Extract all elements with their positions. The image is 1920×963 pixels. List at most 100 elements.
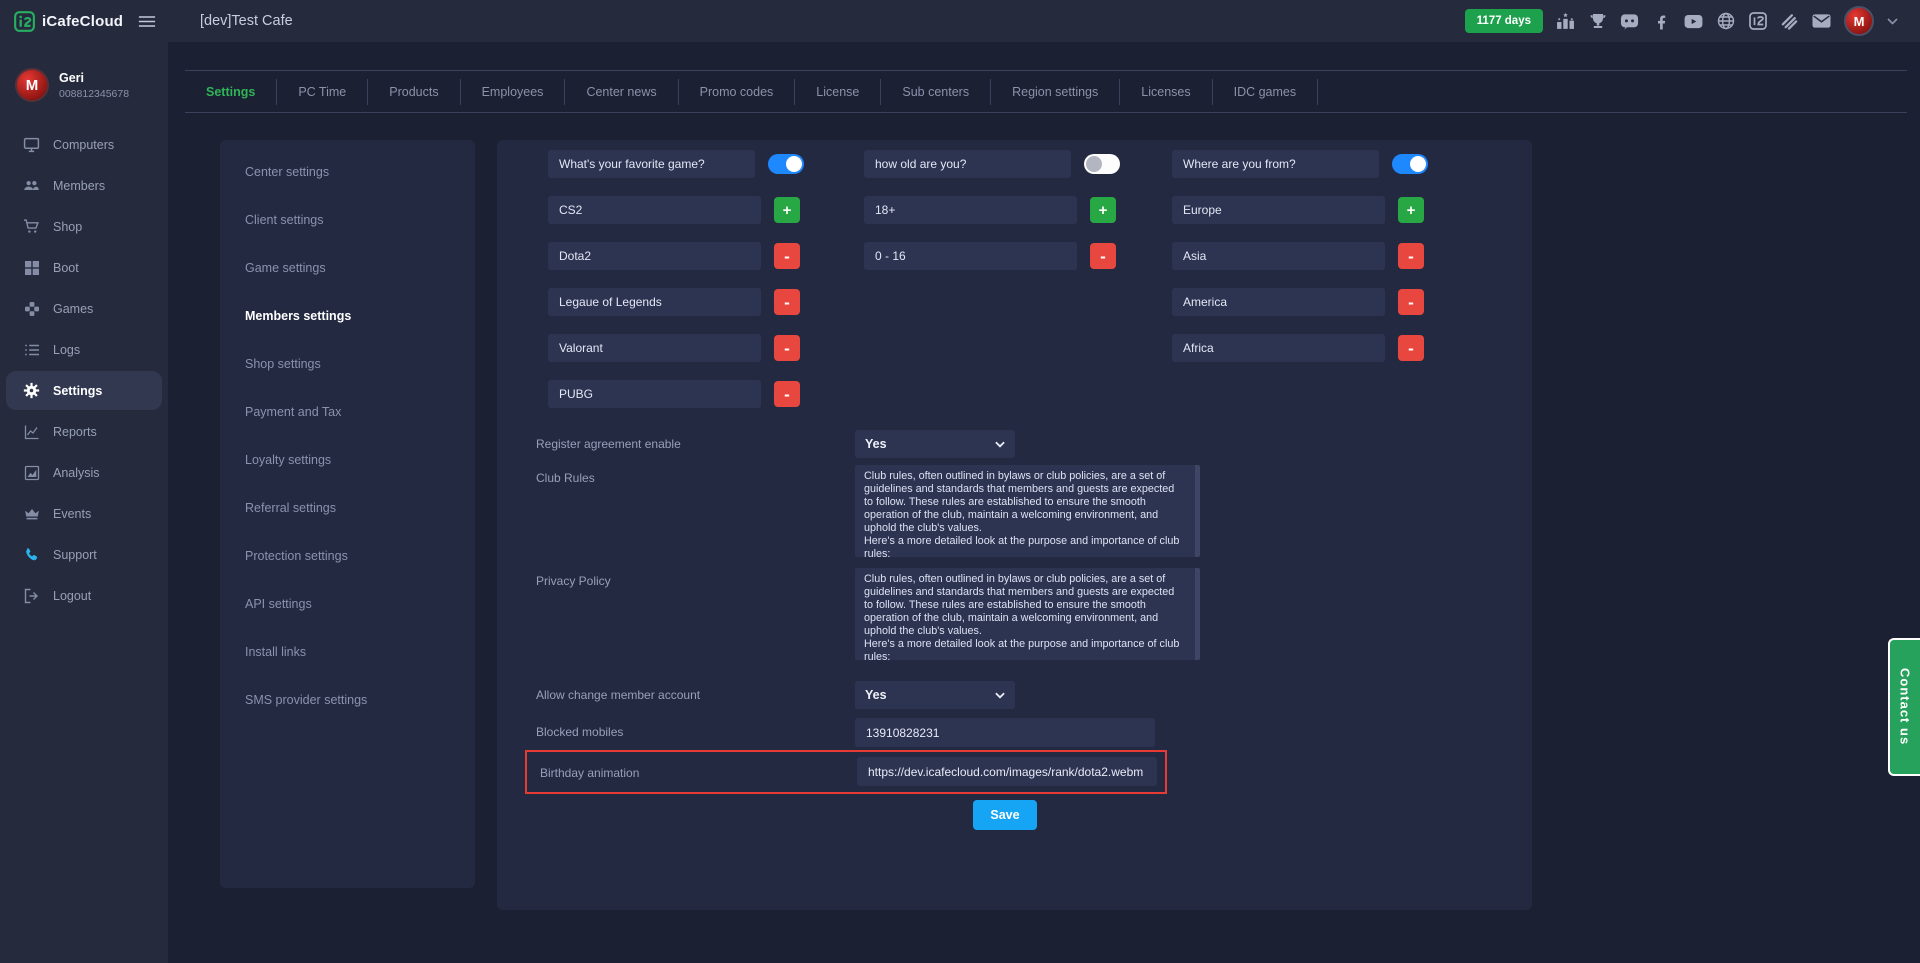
mail-icon[interactable]: [1812, 12, 1831, 31]
save-button[interactable]: Save: [973, 800, 1037, 830]
birthday-animation-input[interactable]: [857, 757, 1157, 786]
club-rules-textarea[interactable]: Club rules, often outlined in bylaws or …: [855, 465, 1200, 557]
option-input[interactable]: [548, 288, 761, 316]
sidebar-item-members[interactable]: Members: [0, 165, 168, 206]
option-input[interactable]: [1172, 334, 1385, 362]
question-group-favorite-game: + - - - -: [548, 150, 804, 426]
settings-nav-game-settings[interactable]: Game settings: [220, 244, 475, 292]
settings-nav-payment-and-tax[interactable]: Payment and Tax: [220, 388, 475, 436]
option-input[interactable]: [864, 242, 1077, 270]
globe-icon[interactable]: [1716, 12, 1735, 31]
sidebar-avatar: M: [15, 68, 49, 102]
settings-nav-members-settings[interactable]: Members settings: [220, 292, 475, 340]
settings-nav-sms-provider-settings[interactable]: SMS provider settings: [220, 676, 475, 724]
settings-nav-referral-settings[interactable]: Referral settings: [220, 484, 475, 532]
sidebar-item-reports[interactable]: Reports: [0, 411, 168, 452]
favorite-game-toggle[interactable]: [768, 154, 804, 174]
stripes-logo-icon[interactable]: [1780, 12, 1799, 31]
select-value: Yes: [865, 688, 887, 702]
settings-nav-shop-settings[interactable]: Shop settings: [220, 340, 475, 388]
tab-license[interactable]: License: [795, 85, 880, 99]
remove-option-button[interactable]: -: [774, 243, 800, 269]
allow-change-member-select[interactable]: Yes: [855, 681, 1015, 709]
remove-option-button[interactable]: -: [1398, 243, 1424, 269]
privacy-policy-textarea[interactable]: Club rules, often outlined in bylaws or …: [855, 568, 1200, 660]
cart-icon: [23, 218, 40, 235]
age-toggle[interactable]: [1084, 154, 1120, 174]
settings-nav-center-settings[interactable]: Center settings: [220, 148, 475, 196]
tab-sub-centers[interactable]: Sub centers: [881, 85, 990, 99]
sidebar-item-logs[interactable]: Logs: [0, 329, 168, 370]
remove-option-button[interactable]: -: [1398, 335, 1424, 361]
option-input[interactable]: [548, 242, 761, 270]
settings-nav-loyalty-settings[interactable]: Loyalty settings: [220, 436, 475, 484]
sidebar-item-settings[interactable]: Settings: [0, 370, 168, 411]
license-days-badge[interactable]: 1177 days: [1465, 9, 1543, 33]
question-favorite-game-input[interactable]: [548, 150, 755, 178]
hamburger-menu-icon[interactable]: [138, 15, 156, 28]
members-settings-card: + - - - - + - + - - - Register agreement…: [497, 140, 1532, 910]
facebook-icon[interactable]: [1652, 12, 1671, 31]
register-agreement-select[interactable]: Yes: [855, 430, 1015, 458]
remove-option-button[interactable]: -: [774, 381, 800, 407]
remove-option-button[interactable]: -: [1398, 289, 1424, 315]
birthday-animation-highlight: Birthday animation: [525, 750, 1167, 794]
tab-employees[interactable]: Employees: [461, 85, 565, 99]
add-option-button[interactable]: +: [774, 197, 800, 223]
windows-icon: [23, 259, 40, 276]
sidebar-item-logout[interactable]: Logout: [0, 575, 168, 616]
option-input[interactable]: [1172, 242, 1385, 270]
option-input[interactable]: [1172, 196, 1385, 224]
option-input[interactable]: [548, 380, 761, 408]
option-input[interactable]: [548, 334, 761, 362]
brand-logo[interactable]: iCafeCloud: [0, 0, 168, 42]
user-avatar[interactable]: M: [1844, 6, 1874, 36]
sidebar-item-games[interactable]: Games: [0, 288, 168, 329]
remove-option-button[interactable]: -: [774, 335, 800, 361]
tab-licenses[interactable]: Licenses: [1120, 85, 1211, 99]
tab-settings[interactable]: Settings: [185, 85, 276, 99]
tab-pc-time[interactable]: PC Time: [277, 85, 367, 99]
tab-products[interactable]: Products: [368, 85, 459, 99]
tab-region-settings[interactable]: Region settings: [991, 85, 1119, 99]
allow-change-member-label: Allow change member account: [536, 688, 700, 702]
sidebar-item-boot[interactable]: Boot: [0, 247, 168, 288]
sidebar-item-analysis[interactable]: Analysis: [0, 452, 168, 493]
user-id: 008812345678: [59, 88, 129, 100]
tab-center-news[interactable]: Center news: [565, 85, 677, 99]
add-option-button[interactable]: +: [1090, 197, 1116, 223]
settings-nav-protection-settings[interactable]: Protection settings: [220, 532, 475, 580]
remove-option-button[interactable]: -: [774, 289, 800, 315]
tab-promo-codes[interactable]: Promo codes: [679, 85, 795, 99]
option-input[interactable]: [864, 196, 1077, 224]
settings-nav-client-settings[interactable]: Client settings: [220, 196, 475, 244]
chevron-down-icon[interactable]: [1887, 18, 1898, 25]
trophy-icon[interactable]: [1588, 12, 1607, 31]
register-agreement-label: Register agreement enable: [536, 437, 681, 451]
blocked-mobiles-input[interactable]: [855, 718, 1155, 747]
logout-icon: [23, 587, 40, 604]
club-rules-label: Club Rules: [536, 471, 595, 485]
sidebar-item-computers[interactable]: Computers: [0, 124, 168, 165]
contact-us-tab[interactable]: Contact us: [1888, 638, 1920, 776]
settings-nav-install-links[interactable]: Install links: [220, 628, 475, 676]
sidebar: M Geri 008812345678 Computers Members Sh…: [0, 42, 168, 963]
region-toggle[interactable]: [1392, 154, 1428, 174]
sidebar-item-shop[interactable]: Shop: [0, 206, 168, 247]
youtube-icon[interactable]: [1684, 12, 1703, 31]
option-input[interactable]: [1172, 288, 1385, 316]
question-age-input[interactable]: [864, 150, 1071, 178]
question-region-input[interactable]: [1172, 150, 1379, 178]
remove-option-button[interactable]: -: [1090, 243, 1116, 269]
add-option-button[interactable]: +: [1398, 197, 1424, 223]
icafecloud-mark-icon[interactable]: [1748, 12, 1767, 31]
tab-idc-games[interactable]: IDC games: [1213, 85, 1318, 99]
sidebar-item-events[interactable]: Events: [0, 493, 168, 534]
user-block: M Geri 008812345678: [0, 42, 168, 102]
discord-icon[interactable]: [1620, 12, 1639, 31]
tab-separator: [1317, 79, 1318, 105]
sidebar-item-support[interactable]: Support: [0, 534, 168, 575]
settings-nav-api-settings[interactable]: API settings: [220, 580, 475, 628]
option-input[interactable]: [548, 196, 761, 224]
ranking-icon[interactable]: [1556, 12, 1575, 31]
